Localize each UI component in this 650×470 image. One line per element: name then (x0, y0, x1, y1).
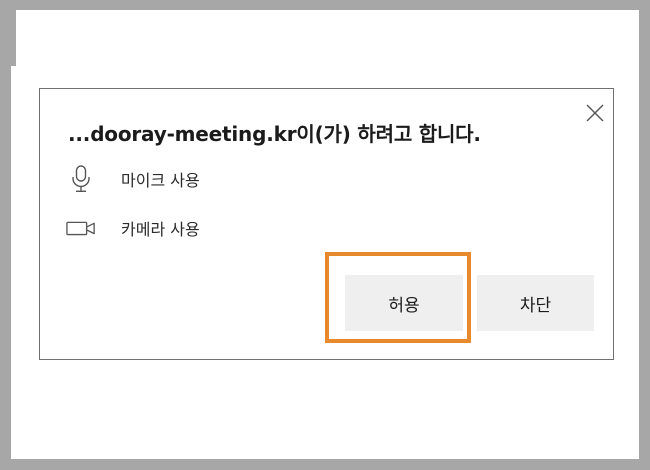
microphone-icon (66, 165, 96, 193)
permission-label: 마이크 사용 (121, 171, 200, 190)
dialog-title: ...dooray-meeting.kr이(가) 하려고 합니다. (68, 122, 481, 146)
allow-button[interactable]: 허용 (345, 275, 463, 331)
permission-label: 카메라 사용 (121, 220, 200, 239)
permission-camera: 카메라 사용 (66, 214, 200, 242)
permission-dialog: ...dooray-meeting.kr이(가) 하려고 합니다. 마이크 사용… (39, 88, 614, 360)
close-button[interactable] (583, 101, 607, 125)
permission-microphone: 마이크 사용 (66, 165, 200, 193)
camera-icon (66, 214, 96, 242)
frame-edge (0, 0, 16, 66)
close-icon (586, 104, 604, 122)
block-button[interactable]: 차단 (477, 275, 594, 331)
